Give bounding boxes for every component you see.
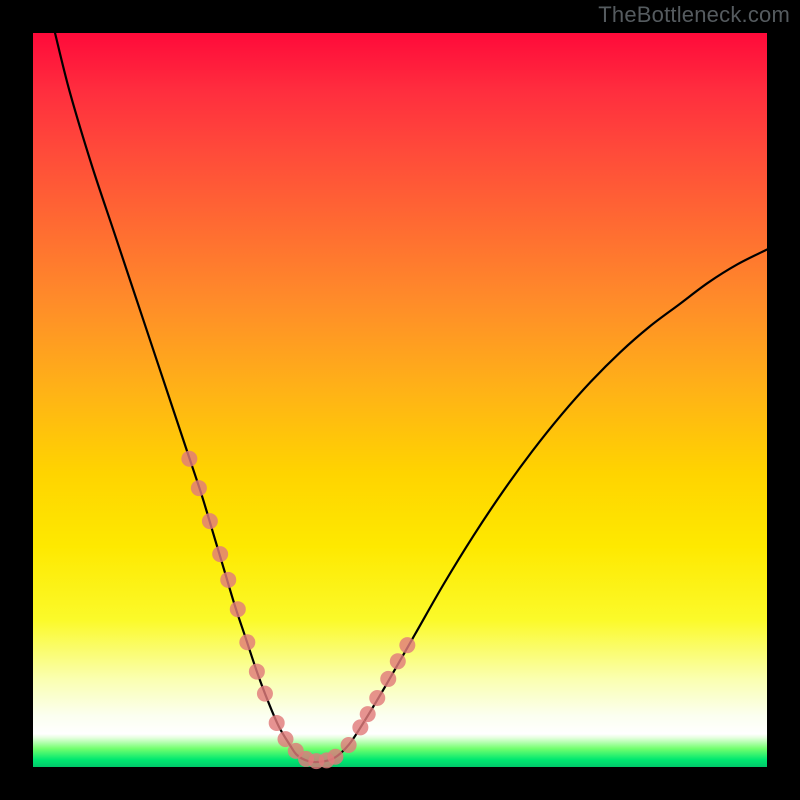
- curve-marker: [202, 513, 218, 529]
- curve-marker: [390, 653, 406, 669]
- curve-marker: [249, 664, 265, 680]
- curve-marker: [269, 715, 285, 731]
- curve-marker: [220, 572, 236, 588]
- curve-marker: [181, 451, 197, 467]
- curve-markers: [181, 451, 415, 769]
- curve-svg: [33, 33, 767, 767]
- chart-stage: TheBottleneck.com: [0, 0, 800, 800]
- curve-marker: [360, 706, 376, 722]
- bottleneck-curve: [55, 33, 767, 762]
- curve-marker: [369, 690, 385, 706]
- curve-marker: [399, 637, 415, 653]
- watermark-text: TheBottleneck.com: [598, 2, 790, 28]
- plot-area: [33, 33, 767, 767]
- curve-marker: [257, 686, 273, 702]
- curve-marker: [327, 749, 343, 765]
- curve-marker: [341, 737, 357, 753]
- curve-marker: [230, 601, 246, 617]
- curve-marker: [212, 546, 228, 562]
- curve-marker: [239, 634, 255, 650]
- curve-marker: [380, 671, 396, 687]
- curve-marker: [191, 480, 207, 496]
